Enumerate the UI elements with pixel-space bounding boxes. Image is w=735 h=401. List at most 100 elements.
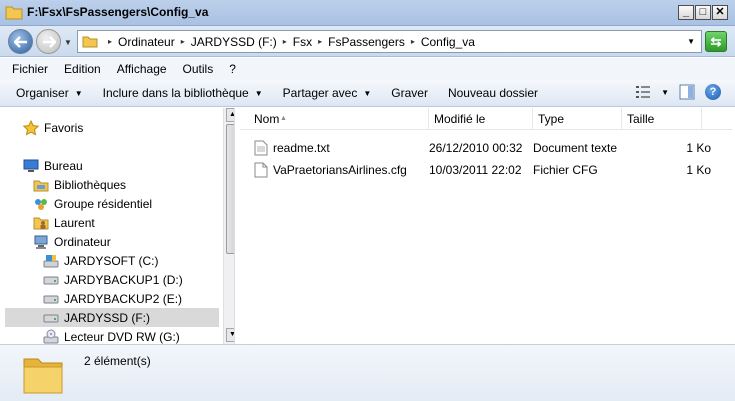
chevron-right-icon[interactable]: ▸ <box>108 37 112 46</box>
dvd-drive-icon <box>43 329 59 345</box>
file-name: readme.txt <box>273 141 330 155</box>
arrow-left-icon <box>13 35 27 48</box>
details-pane: 2 élément(s) <box>0 344 735 401</box>
scrollbar-thumb[interactable] <box>226 124 234 254</box>
help-button[interactable]: ? <box>705 84 721 100</box>
nav-item-drive-e[interactable]: JARDYBACKUP2 (E:) <box>5 289 219 308</box>
breadcrumb-item[interactable]: FsPassengers <box>328 35 405 49</box>
view-options-dropdown[interactable]: ▼ <box>661 88 669 97</box>
nav-item-label: Lecteur DVD RW (G:) <box>64 329 180 344</box>
library-icon <box>33 177 49 193</box>
maximize-button[interactable]: □ <box>695 5 711 20</box>
scroll-down-button[interactable]: ▼ <box>226 328 234 342</box>
file-size: 1 Ko <box>686 141 711 155</box>
folder-icon <box>22 351 64 395</box>
close-button[interactable]: ✕ <box>712 5 728 20</box>
sort-ascending-icon: ▲ <box>280 115 287 122</box>
address-field[interactable]: ▸ Ordinateur ▸ JARDYSSD (F:) ▸ Fsx ▸ FsP… <box>77 30 702 53</box>
nav-item-libraries[interactable]: Bibliothèques <box>5 175 219 194</box>
text-file-icon <box>254 140 268 156</box>
column-header-name[interactable]: Nom ▲ <box>240 108 429 130</box>
nav-scrollbar[interactable]: ▲ ▼ <box>223 108 234 344</box>
file-type: Document texte <box>533 141 618 155</box>
column-header-type[interactable]: Type <box>533 108 622 130</box>
breadcrumb-item[interactable]: Config_va <box>421 35 475 49</box>
breadcrumb-item[interactable]: Ordinateur <box>118 35 175 49</box>
column-label: Type <box>538 112 565 126</box>
menu-outils[interactable]: Outils <box>183 62 214 76</box>
nav-item-homegroup[interactable]: Groupe résidentiel <box>5 194 219 213</box>
breadcrumb-item[interactable]: JARDYSSD (F:) <box>191 35 277 49</box>
command-bar: Organiser ▼ Inclure dans la bibliothèque… <box>0 80 735 107</box>
table-row[interactable]: readme.txt 26/12/2010 00:32 Document tex… <box>254 138 724 158</box>
nav-item-label: Ordinateur <box>54 234 111 249</box>
arrow-right-icon <box>42 35 56 48</box>
back-button[interactable] <box>8 29 33 54</box>
organize-button[interactable]: Organiser ▼ <box>16 86 83 100</box>
file-modified: 10/03/2011 22:02 <box>429 163 522 177</box>
chevron-right-icon[interactable]: ▸ <box>318 37 322 46</box>
caret-down-icon: ▼ <box>74 88 83 98</box>
menu-edition[interactable]: Edition <box>64 62 101 76</box>
nav-item-label: JARDYSOFT (C:) <box>64 253 159 268</box>
menu-fichier[interactable]: Fichier <box>12 62 48 76</box>
burn-button[interactable]: Graver <box>391 86 428 100</box>
preview-pane-button[interactable] <box>679 84 695 100</box>
minimize-button[interactable]: _ <box>678 5 694 20</box>
menu-help[interactable]: ? <box>229 62 236 76</box>
new-folder-label: Nouveau dossier <box>447 86 539 100</box>
new-folder-button[interactable]: Nouveau dossier <box>448 86 538 100</box>
details-view-icon <box>636 86 651 98</box>
column-label: Modifié le <box>434 112 486 126</box>
caret-down-icon: ▼ <box>254 88 263 98</box>
menu-affichage[interactable]: Affichage <box>117 62 167 76</box>
column-label: Nom <box>254 112 280 126</box>
nav-item-drive-g[interactable]: Lecteur DVD RW (G:) <box>5 327 219 344</box>
nav-item-favorites[interactable]: Favoris <box>5 118 219 137</box>
share-with-button[interactable]: Partager avec ▼ <box>283 86 372 100</box>
homegroup-icon <box>33 196 49 212</box>
star-icon <box>23 119 39 136</box>
nav-item-drive-d[interactable]: JARDYBACKUP1 (D:) <box>5 270 219 289</box>
nav-item-label: JARDYBACKUP1 (D:) <box>64 272 183 287</box>
chevron-right-icon[interactable]: ▸ <box>181 37 185 46</box>
column-header-size[interactable]: Taille <box>622 108 702 130</box>
nav-item-drive-f[interactable]: JARDYSSD (F:) <box>5 308 219 327</box>
nav-item-label: Bureau <box>44 158 83 173</box>
address-history-dropdown[interactable]: ▼ <box>687 37 695 46</box>
nav-item-drive-c[interactable]: JARDYSOFT (C:) <box>5 251 219 270</box>
column-headers: Nom ▲ Modifié le Type Taille <box>240 108 732 130</box>
file-size: 1 Ko <box>686 163 711 177</box>
refresh-button[interactable]: ⇆ <box>705 31 727 52</box>
chevron-right-icon[interactable]: ▸ <box>283 37 287 46</box>
breadcrumb-item[interactable]: Fsx <box>293 35 312 49</box>
include-in-library-button[interactable]: Inclure dans la bibliothèque ▼ <box>103 86 263 100</box>
folder-icon <box>82 35 98 48</box>
forward-button[interactable] <box>36 29 61 54</box>
nav-item-computer[interactable]: Ordinateur <box>5 232 219 251</box>
computer-icon <box>33 234 49 250</box>
organize-label: Organiser <box>16 86 69 100</box>
system-drive-icon <box>43 253 59 269</box>
file-icon <box>254 162 268 178</box>
file-type: Fichier CFG <box>533 163 598 177</box>
window-title: F:\Fsx\FsPassengers\Config_va <box>27 5 209 19</box>
nav-item-user[interactable]: Laurent <box>5 213 219 232</box>
recent-pages-dropdown[interactable]: ▼ <box>64 38 72 47</box>
file-name: VaPraetoriansAirlines.cfg <box>273 163 407 177</box>
share-label: Partager avec <box>282 86 358 100</box>
column-header-modified[interactable]: Modifié le <box>429 108 533 130</box>
help-icon: ? <box>709 86 717 98</box>
caret-down-icon: ▼ <box>363 88 372 98</box>
preview-pane-icon <box>679 84 695 100</box>
table-row[interactable]: VaPraetoriansAirlines.cfg 10/03/2011 22:… <box>254 160 724 180</box>
change-view-button[interactable] <box>635 84 651 100</box>
refresh-icon: ⇆ <box>710 34 722 49</box>
menu-bar: Fichier Edition Affichage Outils ? <box>0 58 735 80</box>
hard-drive-icon <box>43 310 59 326</box>
burn-label: Graver <box>391 86 428 100</box>
nav-item-desktop[interactable]: Bureau <box>5 156 219 175</box>
chevron-right-icon[interactable]: ▸ <box>411 37 415 46</box>
scroll-up-button[interactable]: ▲ <box>226 108 234 122</box>
nav-item-label: Groupe résidentiel <box>54 196 153 211</box>
